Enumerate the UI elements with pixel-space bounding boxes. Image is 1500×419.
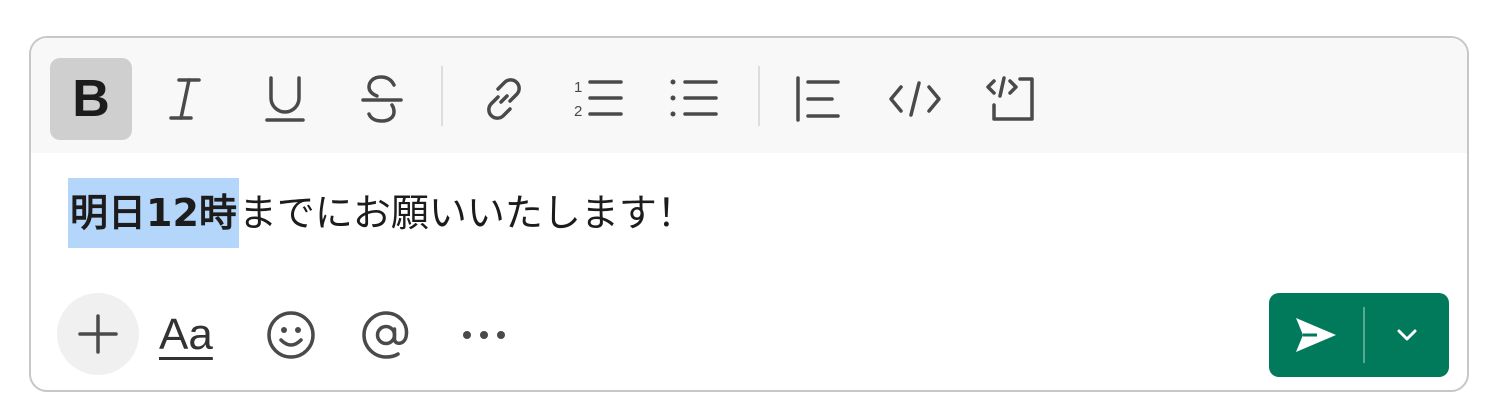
code-block-icon [986, 76, 1034, 121]
underline-icon [265, 76, 305, 122]
italic-button[interactable] [144, 58, 226, 140]
italic-icon [169, 78, 201, 120]
underline-button[interactable] [244, 58, 326, 140]
composer-actions-bar: Aa [31, 293, 1467, 383]
toolbar-divider [758, 66, 760, 126]
format-toggle-button[interactable]: Aa [159, 307, 213, 363]
more-icon [463, 331, 505, 339]
send-button-group [1269, 293, 1449, 377]
bold-button[interactable]: B [50, 58, 132, 140]
format-toggle-label: Aa [159, 310, 213, 359]
ordered-list-button[interactable]: 1 2 [558, 58, 640, 140]
formatting-toolbar: B 1 2 [31, 38, 1467, 153]
mention-icon [362, 311, 409, 359]
send-button[interactable] [1269, 293, 1363, 377]
more-button[interactable] [456, 307, 512, 363]
ordered-list-number-1: 1 [574, 79, 582, 96]
strikethrough-button[interactable] [341, 58, 423, 140]
link-icon [487, 78, 521, 120]
blockquote-button[interactable] [777, 58, 859, 140]
schedule-send-button[interactable] [1365, 293, 1449, 377]
bulleted-list-icon [670, 79, 718, 117]
send-icon [1296, 318, 1336, 352]
strikethrough-icon [361, 75, 403, 123]
link-button[interactable] [463, 58, 545, 140]
chevron-down-icon [1397, 329, 1417, 341]
message-composer: B 1 2 明日12時までにお願いいたします！ Aa [29, 36, 1469, 392]
plus-icon [78, 314, 118, 354]
toolbar-divider [441, 66, 443, 126]
emoji-icon [267, 311, 315, 359]
emoji-button[interactable] [263, 307, 319, 363]
ordered-list-icon: 1 2 [574, 79, 623, 120]
code-icon [889, 81, 941, 117]
selected-text[interactable]: 明日12時 [68, 178, 239, 248]
attach-button[interactable] [57, 293, 139, 375]
bold-icon: B [72, 70, 110, 128]
ordered-list-number-2: 2 [574, 103, 582, 120]
blockquote-icon [796, 76, 840, 122]
message-text[interactable]: までにお願いいたします！ [239, 191, 695, 235]
code-button[interactable] [874, 58, 956, 140]
code-block-button[interactable] [971, 58, 1053, 140]
mention-button[interactable] [358, 307, 414, 363]
message-input[interactable]: 明日12時までにお願いいたします！ [68, 178, 695, 248]
bulleted-list-button[interactable] [653, 58, 735, 140]
